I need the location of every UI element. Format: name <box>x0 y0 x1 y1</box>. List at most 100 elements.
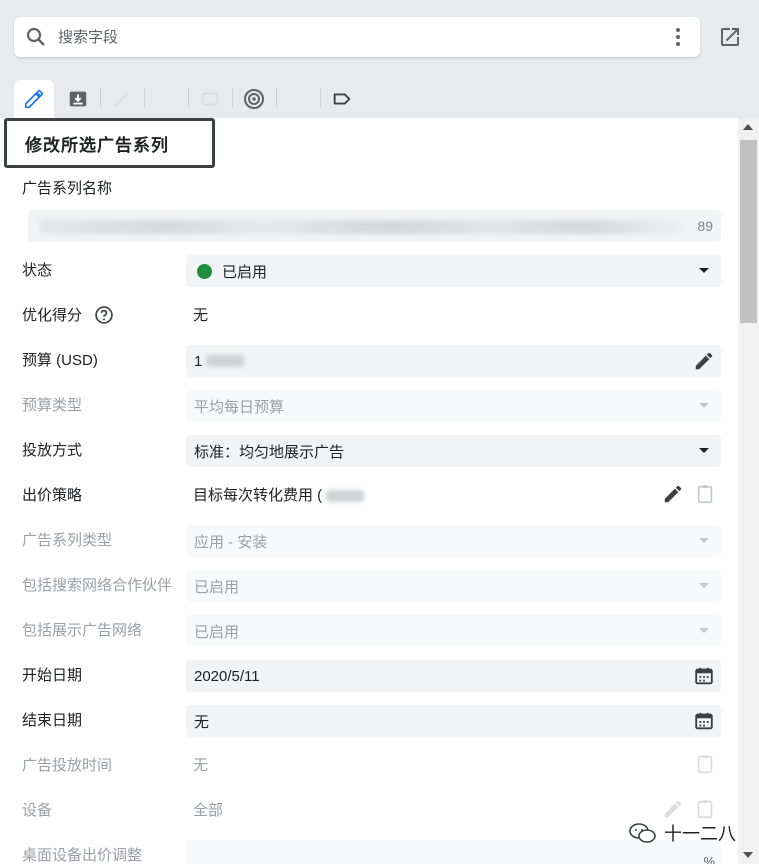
page-title: 修改所选广告系列 <box>25 135 169 156</box>
ad-schedule-label: 广告投放时间 <box>22 757 113 774</box>
tab-target[interactable] <box>234 80 274 118</box>
budget-type-select[interactable]: 平均每日预算 <box>186 390 721 422</box>
line-icon <box>114 91 130 107</box>
search-icon <box>26 27 45 46</box>
redacted-value <box>206 355 245 367</box>
campaign-type-select[interactable]: 应用 - 安装 <box>186 525 721 557</box>
end-date-input[interactable]: 无 <box>186 705 721 737</box>
tab-divider <box>100 88 101 108</box>
scroll-down-arrow-icon[interactable] <box>743 852 753 858</box>
edit-panel: 修改所选广告系列 广告系列名称 89 状态 已启用 优化得分 无 预算 (USD… <box>0 118 738 864</box>
devices-value: 全部 <box>193 802 224 819</box>
clipboard-icon[interactable] <box>694 753 716 775</box>
delivery-method-select[interactable]: 标准：均匀地展示广告 <box>186 435 721 467</box>
top-bar <box>0 0 759 70</box>
campaign-type-label: 广告系列类型 <box>22 532 113 549</box>
redacted-value <box>326 490 365 503</box>
display-network-select[interactable]: 已启用 <box>186 615 721 647</box>
dropdown-arrow-icon <box>699 403 709 408</box>
display-network-label: 包括展示广告网络 <box>22 622 143 639</box>
more-options-icon[interactable] <box>666 25 690 49</box>
open-in-new-icon[interactable] <box>718 25 742 49</box>
search-partners-value: 已启用 <box>194 578 240 596</box>
scrollbar-thumb[interactable] <box>740 140 757 323</box>
status-enabled-dot-icon <box>197 263 212 279</box>
image-icon <box>158 92 174 106</box>
target-icon <box>244 89 264 109</box>
tab-download[interactable] <box>58 80 98 118</box>
tab-image[interactable] <box>146 80 186 118</box>
budget-value: 1 <box>194 352 203 370</box>
bid-strategy-value-wrap: 目标每次转化费用 ( <box>193 484 365 505</box>
clipboard-icon[interactable] <box>694 483 716 505</box>
start-date-label: 开始日期 <box>22 667 83 684</box>
campaign-type-value: 应用 - 安装 <box>194 533 268 551</box>
help-icon[interactable] <box>94 305 114 325</box>
devices-label: 设备 <box>22 802 53 819</box>
row-end-date: 结束日期 无 <box>0 697 738 742</box>
search-input[interactable] <box>58 28 638 46</box>
optimization-score-value: 无 <box>193 307 209 324</box>
search-box[interactable] <box>14 17 700 57</box>
pencil-icon[interactable] <box>662 798 684 820</box>
dropdown-arrow-icon <box>699 448 709 453</box>
start-date-value: 2020/5/11 <box>194 667 260 685</box>
percent-suffix: % <box>703 854 715 864</box>
tab-label[interactable] <box>322 80 362 118</box>
budget-label: 预算 (USD) <box>22 352 98 369</box>
redacted-value <box>40 220 680 234</box>
search-partners-select[interactable]: 已启用 <box>186 570 721 602</box>
video-icon <box>201 92 219 106</box>
row-bid-strategy: 出价策略 目标每次转化费用 ( <box>0 472 738 517</box>
bid-strategy-label: 出价策略 <box>22 487 83 504</box>
bid-strategy-value: 目标每次转化费用 ( <box>193 487 323 504</box>
tab-divider <box>144 88 145 108</box>
row-campaign-type: 广告系列类型 应用 - 安装 <box>0 517 738 562</box>
campaign-name-label: 广告系列名称 <box>22 180 113 197</box>
row-display-network: 包括展示广告网络 已启用 <box>0 607 738 652</box>
dropdown-arrow-icon <box>699 628 709 633</box>
tab-video[interactable] <box>190 80 230 118</box>
status-select[interactable]: 已启用 <box>186 255 721 287</box>
pencil-icon[interactable] <box>693 350 715 372</box>
dropdown-arrow-icon <box>699 268 709 273</box>
panel-title-box: 修改所选广告系列 <box>4 118 215 168</box>
delivery-method-label: 投放方式 <box>22 442 83 459</box>
calendar-icon[interactable] <box>693 665 715 687</box>
dropdown-arrow-icon <box>699 583 709 588</box>
tool-tabs <box>0 76 759 118</box>
tab-link[interactable] <box>278 80 318 118</box>
link-icon <box>288 95 308 103</box>
desktop-bid-adjustment-label: 桌面设备出价调整 <box>22 847 143 864</box>
row-delivery-method: 投放方式 标准：均匀地展示广告 <box>0 427 738 472</box>
tab-edit[interactable] <box>14 80 54 118</box>
ad-schedule-value: 无 <box>193 757 209 774</box>
start-date-input[interactable]: 2020/5/11 <box>186 660 721 692</box>
scroll-up-arrow-icon[interactable] <box>743 124 753 130</box>
char-count: 89 <box>697 218 713 234</box>
status-label: 状态 <box>22 262 53 279</box>
status-value: 已启用 <box>222 263 268 281</box>
row-optimization-score: 优化得分 无 <box>0 292 738 337</box>
pencil-icon <box>24 89 44 109</box>
download-icon <box>69 91 87 107</box>
optimization-score-label-wrap: 优化得分 <box>22 304 114 325</box>
dropdown-arrow-icon <box>699 538 709 543</box>
end-date-value: 无 <box>194 713 210 731</box>
row-budget: 预算 (USD) 1 <box>0 337 738 382</box>
row-start-date: 开始日期 2020/5/11 <box>0 652 738 697</box>
clipboard-icon[interactable] <box>694 798 716 820</box>
budget-type-value: 平均每日预算 <box>194 398 285 416</box>
scrollbar[interactable] <box>738 118 759 864</box>
row-budget-type: 预算类型 平均每日预算 <box>0 382 738 427</box>
calendar-icon[interactable] <box>693 710 715 732</box>
watermark: 十一二八 <box>628 820 736 846</box>
row-search-partners: 包括搜索网络合作伙伴 已启用 <box>0 562 738 607</box>
budget-input[interactable]: 1 <box>186 345 721 377</box>
search-partners-label: 包括搜索网络合作伙伴 <box>22 577 173 594</box>
display-network-value: 已启用 <box>194 623 240 641</box>
row-ad-schedule: 广告投放时间 无 <box>0 742 738 787</box>
campaign-name-field[interactable]: 89 <box>28 210 721 242</box>
pencil-icon[interactable] <box>662 483 684 505</box>
tab-draw[interactable] <box>102 80 142 118</box>
